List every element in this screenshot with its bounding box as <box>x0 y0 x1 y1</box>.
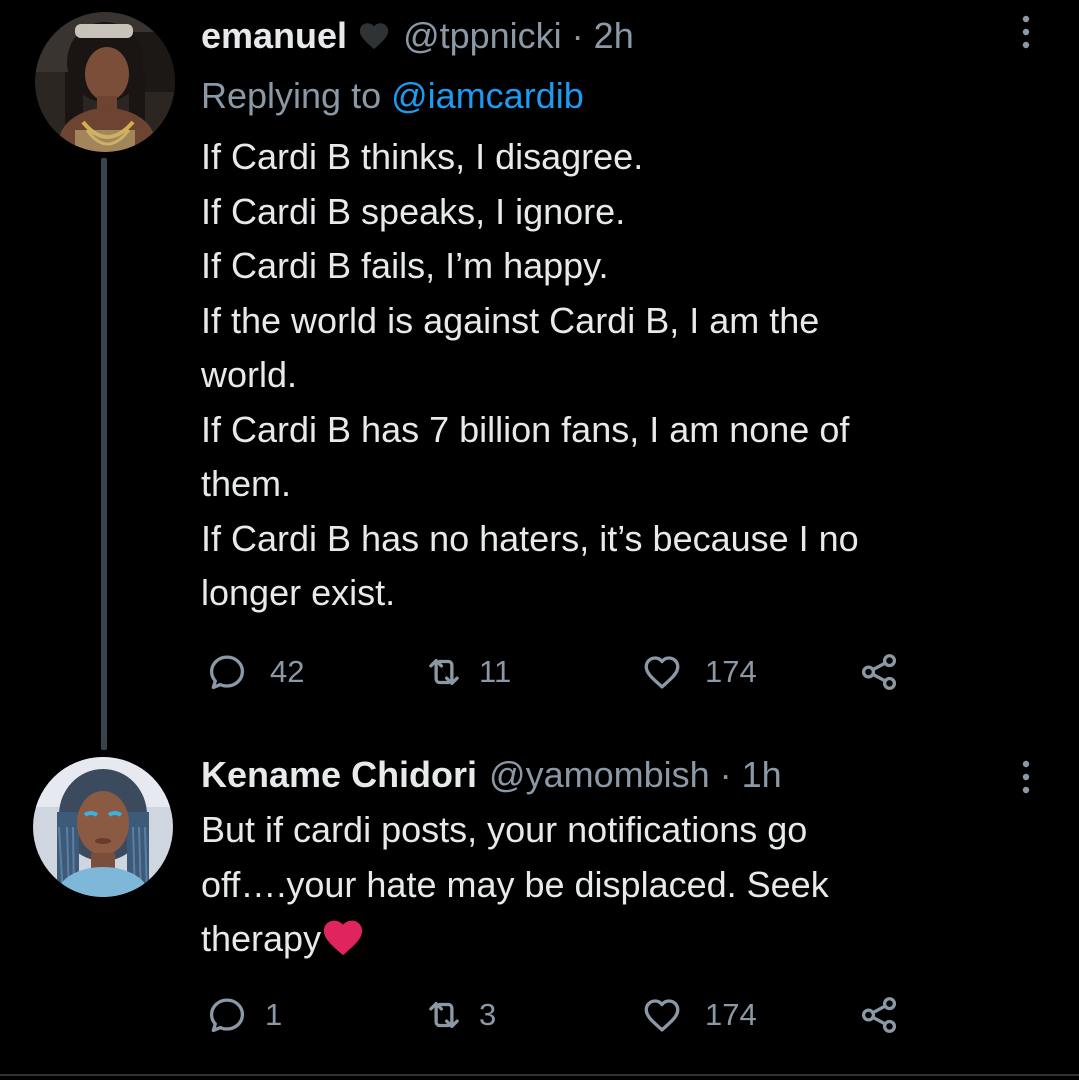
tweet-text-line: therapy <box>201 912 1001 967</box>
tweet-text-line: If the world is against Cardi B, I am th… <box>201 299 820 341</box>
tweet-text-line: If Cardi B thinks, I disagree. <box>201 136 644 177</box>
red-heart-emoji-icon <box>323 920 363 956</box>
tweet-text-line: If Cardi B speaks, I ignore. <box>201 190 626 232</box>
tweet-text-line: longer exist. <box>201 572 396 613</box>
tweet-text-line: If Cardi B fails, I’m happy. <box>201 245 609 286</box>
handle[interactable]: @tppnicki <box>403 14 562 58</box>
retweet-button[interactable]: 11 <box>423 647 511 697</box>
retweet-icon <box>429 1001 459 1029</box>
tweet-header: emanuel @tppnicki · 2h <box>201 14 634 58</box>
like-button[interactable]: 174 <box>641 990 757 1040</box>
share-icon <box>861 997 897 1033</box>
separator-dot: · <box>571 15 584 56</box>
display-name[interactable]: Kename Chidori <box>201 753 477 797</box>
tweet-text-line: world. <box>201 354 298 395</box>
retweet-count: 11 <box>479 654 512 689</box>
retweet-icon <box>429 658 459 686</box>
like-button[interactable]: 174 <box>641 647 757 697</box>
thread-connector <box>101 158 107 750</box>
timestamp[interactable]: 1h <box>742 753 782 797</box>
tweet-actions: 1 3 174 <box>201 990 961 1040</box>
replying-to-mention[interactable]: @iamcardib <box>391 75 584 116</box>
share-button[interactable] <box>858 990 900 1040</box>
reply-count: 1 <box>265 997 283 1032</box>
black-heart-icon <box>357 19 391 53</box>
separator-dot: · <box>719 754 732 795</box>
like-count: 174 <box>705 997 757 1032</box>
tweet-text-line: But if cardi posts, your notifications g… <box>201 809 808 850</box>
tweet-text-line: them. <box>201 463 292 504</box>
tweet[interactable]: emanuel @tppnicki · 2h Replying to @iamc… <box>0 0 1079 750</box>
tweet-text-line: off….your hate may be displaced. Seek <box>201 863 829 905</box>
avatar[interactable] <box>35 12 175 152</box>
share-icon <box>861 654 897 690</box>
replying-to: Replying to @iamcardib <box>201 74 584 118</box>
tweet-actions: 42 11 174 <box>201 647 961 697</box>
reply-button[interactable]: 1 <box>206 990 282 1040</box>
share-button[interactable] <box>858 647 900 697</box>
tweet-text-line: If Cardi B has no haters, it’s because I… <box>201 517 859 559</box>
reply-icon <box>209 655 245 690</box>
reply-count: 42 <box>270 654 305 689</box>
more-options-icon[interactable] <box>1016 757 1036 797</box>
like-icon <box>644 999 680 1032</box>
avatar[interactable] <box>33 757 173 897</box>
like-count: 174 <box>705 654 757 689</box>
like-icon <box>644 656 680 689</box>
retweet-count: 3 <box>479 997 497 1032</box>
retweet-button[interactable]: 3 <box>423 990 496 1040</box>
replying-to-label: Replying to <box>201 75 382 116</box>
handle[interactable]: @yamombish <box>489 753 710 797</box>
more-options-icon[interactable] <box>1016 12 1036 52</box>
divider <box>0 1074 1079 1076</box>
reply-button[interactable]: 42 <box>206 647 304 697</box>
tweet[interactable]: Kename Chidori @yamombish · 1h But if ca… <box>0 740 1079 1075</box>
tweet-header: Kename Chidori @yamombish · 1h <box>201 753 782 797</box>
tweet-text: But if cardi posts, your notifications g… <box>201 803 1001 967</box>
tweet-text-line: If Cardi B has 7 billion fans, I am none… <box>201 408 850 450</box>
tweet-text-fragment: therapy <box>201 918 322 959</box>
timestamp[interactable]: 2h <box>594 14 634 58</box>
display-name[interactable]: emanuel <box>201 14 347 58</box>
tweet-text: If Cardi B thinks, I disagree. If Cardi … <box>201 130 1001 621</box>
reply-icon <box>209 998 245 1033</box>
